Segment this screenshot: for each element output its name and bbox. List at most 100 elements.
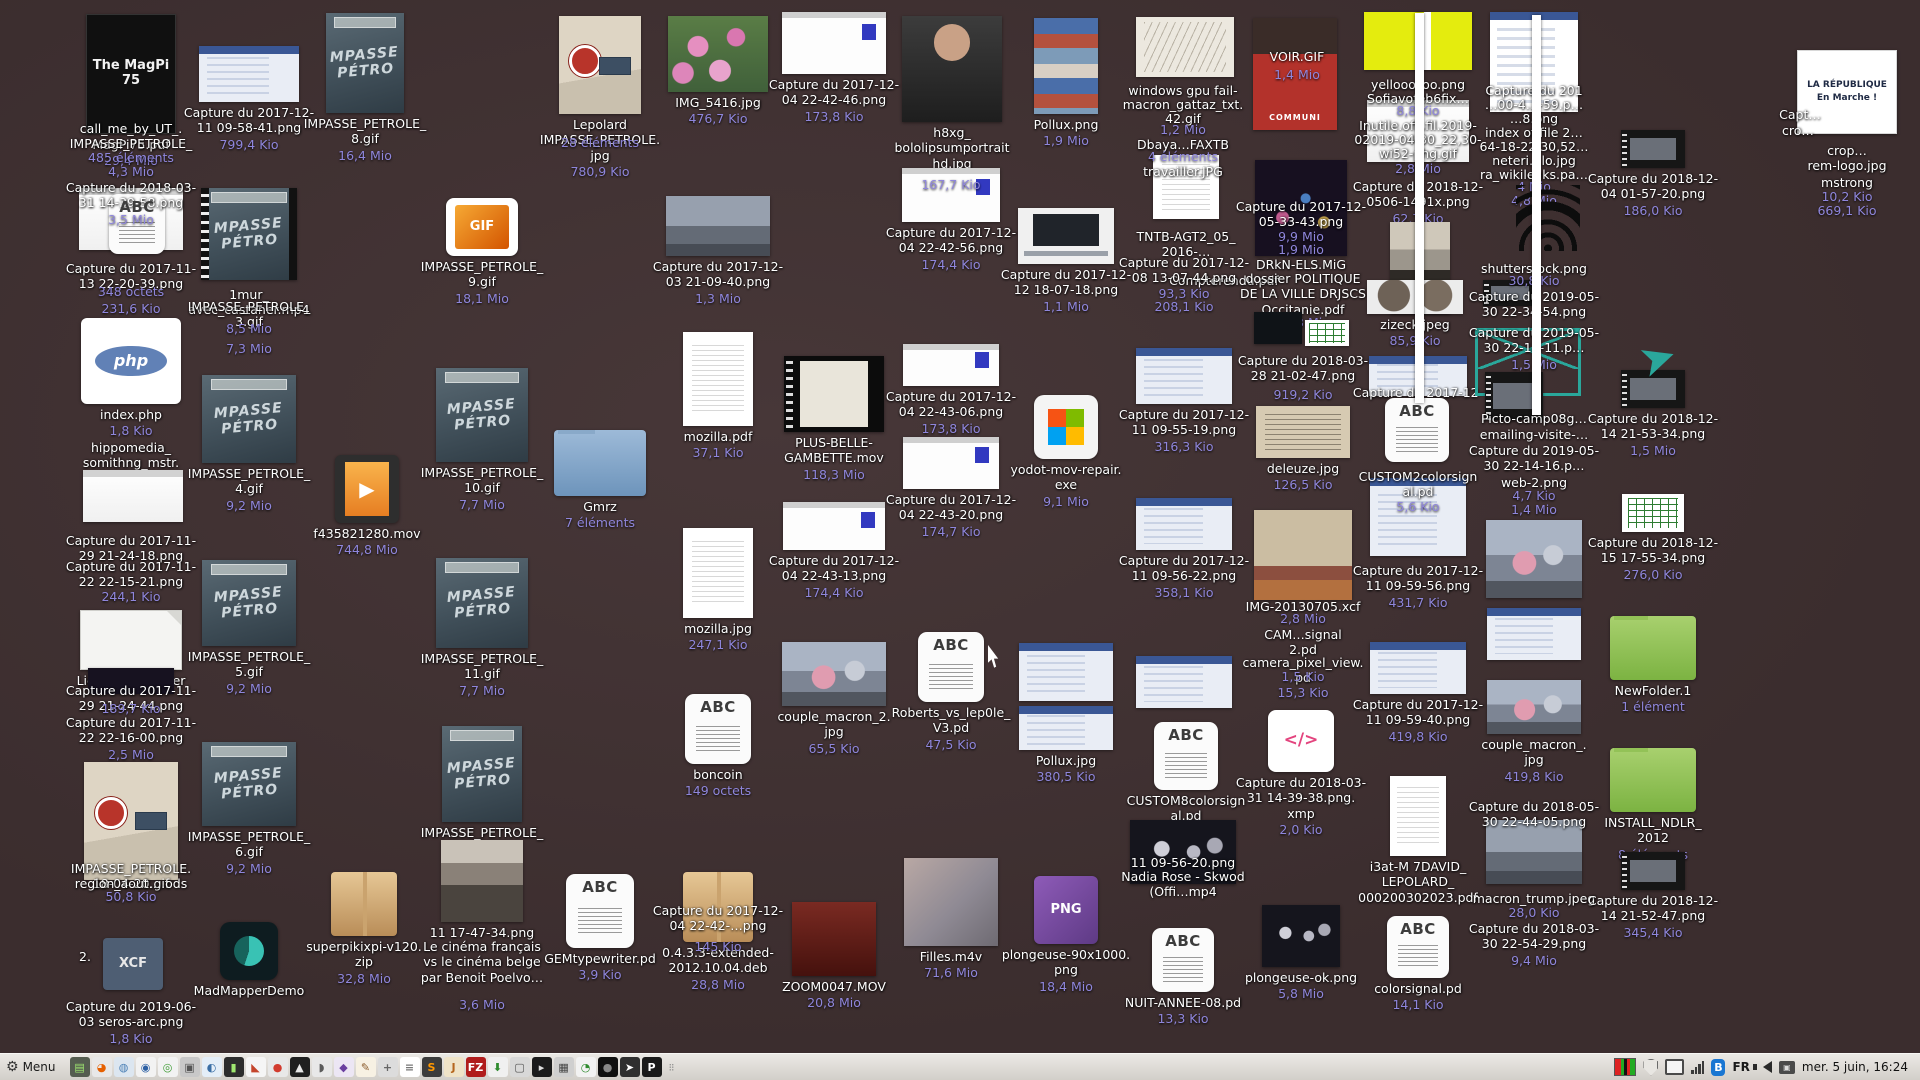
tray-shield[interactable] [1643, 1058, 1658, 1076]
desktop-icon-impasse-petrole-9-gif[interactable]: GIFIMPASSE_PETROLE_ 9.gif18,1 Mio [407, 198, 557, 306]
icon-filesize: 126,5 Kio [1273, 477, 1332, 492]
menu-button[interactable]: ⚙ Menu [0, 1054, 66, 1080]
desktop-icon-impasse-petrole-6-gif[interactable]: MPASSE PÉTROIMPASSE_PETROLE_ 6.gif9,2 Mi… [174, 742, 324, 876]
icon-filename: IMPASSE_PETROLE_ 8.gif [304, 116, 427, 147]
petrole-glyph: MPASSE PÉTRO [442, 726, 522, 822]
tray-volume[interactable] [1757, 1058, 1772, 1076]
desktop-background[interactable]: The MagPi 75MagPi75.pdf29,4 MioABCcall_m… [0, 0, 1920, 1054]
tray-signal[interactable] [1691, 1058, 1704, 1076]
icon-filesize: 2,5 Mio [108, 747, 154, 762]
launcher-text-editor-icon[interactable]: ≡ [400, 1057, 420, 1077]
icon-filesize: 9,4 Mio [1511, 953, 1557, 968]
icon-filesize: 744,8 Mio [336, 542, 398, 557]
monitor-icon [1665, 1059, 1684, 1075]
portrait-thumbnail [441, 840, 523, 922]
launcher-puredata-icon[interactable]: P [642, 1057, 662, 1077]
desktop-icon-capture-du-2018-12-15-17-55-34-png[interactable]: Capture du 2018-12- 15 17-55-34.png276,0… [1578, 494, 1728, 582]
desktop-label-nadia-rose-skwod-offi-mp4[interactable]: Nadia Rose - Skwod (Offi…mp4 [1108, 866, 1258, 900]
desktop-icon-install-ndlr-2012[interactable]: INSTALL_NDLR_ 20128 éléments [1578, 748, 1728, 862]
launcher-violet-app-icon[interactable]: ◆ [334, 1057, 354, 1077]
icon-filesize: 419,8 Kio [1504, 769, 1563, 784]
desktop-label-1-8-kio[interactable]: 1,8 Kio [56, 1030, 206, 1046]
tray-language[interactable]: FR [1732, 1058, 1749, 1076]
launcher-firefox-icon[interactable]: ◕ [92, 1057, 112, 1077]
desktop-icon-petrole-film-33[interactable]: MPASSE PÉTRO [174, 188, 324, 280]
launcher-web-browser-icon[interactable]: ◍ [114, 1057, 134, 1077]
petrole-glyph: MPASSE PÉTRO [202, 560, 296, 646]
icon-filesize: 3,9 Kio [578, 967, 621, 982]
desktop-icon-impasse-petrole[interactable]: MPASSE PÉTROIMPASSE_PETROLE_ [407, 726, 557, 840]
launcher-filezilla-icon[interactable]: FZ [466, 1057, 486, 1077]
icon-filesize: 16,4 Mio [338, 148, 392, 163]
desktop-label-crop-rem-logo-jpg[interactable]: crop… rem-logo.jpg [1772, 140, 1920, 174]
code-pink-thumbnail: </> [1268, 710, 1334, 772]
launcher-clock-app-icon[interactable]: ◔ [576, 1057, 596, 1077]
launcher-download-icon[interactable]: ⬇ [488, 1057, 508, 1077]
launcher-globe-icon[interactable]: ◐ [202, 1057, 222, 1077]
icon-filesize: 50,8 Kio [105, 889, 156, 904]
magpi-glyph: The MagPi 75 [87, 15, 175, 133]
icon-filesize: 2,0 Kio [1279, 822, 1322, 837]
launcher-pencil-icon[interactable]: ✎ [356, 1057, 376, 1077]
icon-filesize: 186,0 Kio [1623, 203, 1682, 218]
desktop-label-9-4-mio[interactable]: 9,4 Mio [1459, 952, 1609, 968]
launcher-archive-icon[interactable]: ▢ [510, 1057, 530, 1077]
desktop-label-capture-du-2017-11-22-22-16-00-png[interactable]: Capture du 2017-11- 22 22-16-00.png [56, 712, 206, 746]
bluetooth-icon: B [1711, 1059, 1725, 1076]
desktop-icon-impasse-petrole-11-gif[interactable]: MPASSE PÉTROIMPASSE_PETROLE_ 11.gif7,7 M… [407, 558, 557, 698]
icon-filename: boncoin [693, 767, 742, 782]
launcher-add-icon[interactable]: + [378, 1057, 398, 1077]
launcher-sublime-icon[interactable]: S [422, 1057, 442, 1077]
desktop-label-167-7-kio[interactable]: 167,7 Kio [876, 176, 1026, 192]
poster-red-thumbnail: COMMUNI [1253, 18, 1337, 130]
png-purple-thumbnail: PNG [1034, 876, 1098, 944]
launcher-desktop-icon[interactable]: ▤ [70, 1057, 90, 1077]
icon-filesize: 28 éléments [561, 135, 639, 150]
icon-filesize: 37,1 Kio [692, 445, 743, 460]
desktop-label-8-5-mio[interactable]: 8,5 Mio [174, 320, 324, 336]
desktop-icon-newfolder-1[interactable]: NewFolder.11 élément [1578, 616, 1728, 714]
desktop-icon-impasse-petrole-5-gif[interactable]: MPASSE PÉTROIMPASSE_PETROLE_ 5.gif9,2 Mi… [174, 560, 324, 696]
launcher-java-icon[interactable]: J [444, 1057, 464, 1077]
folder-blue-thumbnail [554, 430, 646, 496]
desktop-icon-capture-du-2017-12-03-21-09-40-png[interactable]: Capture du 2017-12- 03 21-09-40.png1,3 M… [643, 196, 793, 306]
launcher-eye-of-mate-icon[interactable]: ◉ [136, 1057, 156, 1077]
tray-clock[interactable]: mer. 5 juin, 16:24 [1802, 1058, 1912, 1076]
desktop-icon-capture-du-2018-12-14-21-52-47-png[interactable]: Capture du 2018-12- 14 21-52-47.png345,4… [1578, 852, 1728, 940]
xcf-glyph: XCF [103, 938, 163, 990]
launcher-vlc-cone-icon[interactable]: ▲ [290, 1057, 310, 1077]
launcher-graphics-icon[interactable]: ◣ [246, 1057, 266, 1077]
icon-filesize: 149 octets [685, 783, 751, 798]
icon-filename: Capture du 2019-06- 03 seros-arc.png [66, 999, 196, 1030]
tray-network-monitor[interactable] [1614, 1058, 1636, 1076]
tray-bluetooth[interactable]: B [1711, 1058, 1725, 1076]
icon-filename: IMPASSE_PETROLE_ 6.gif [188, 829, 311, 860]
launcher-files-icon[interactable]: ▣ [180, 1057, 200, 1077]
icon-filesize: 380,5 Kio [1036, 769, 1095, 784]
desktop-label-28-l-ments[interactable]: 28 éléments [525, 134, 675, 150]
launcher-media-player-icon[interactable]: ● [268, 1057, 288, 1077]
icon-filename: superpikixpi-v120. zip [306, 939, 422, 970]
desktop-label-50-8-kio[interactable]: 50,8 Kio [56, 888, 206, 904]
desktop-label-capture-du-2019-06-03-seros-arc-png[interactable]: Capture du 2019-06- 03 seros-arc.png [56, 996, 206, 1030]
quote-card-thumbnail [1256, 406, 1350, 458]
launcher-terminal-2-icon[interactable]: ▸ [532, 1057, 552, 1077]
tray-indicator[interactable]: ▣ [1779, 1058, 1795, 1076]
launcher-pointer-icon[interactable]: ➤ [620, 1057, 640, 1077]
desktop-label-3-6-mio[interactable]: 3,6 Mio [407, 996, 557, 1012]
launcher-spiral-icon[interactable]: ◎ [158, 1057, 178, 1077]
shop-photo-thumbnail [1254, 510, 1352, 600]
desktop-label-7-3-mio[interactable]: 7,3 Mio [174, 340, 324, 356]
system-tray: B FR ▣ mer. 5 juin, 16:24 [1606, 1054, 1920, 1080]
icon-filesize: 174,7 Kio [921, 524, 980, 539]
panel-grip[interactable]: ⁝⁝ [666, 1061, 677, 1074]
launcher-sphere-icon[interactable]: ● [598, 1057, 618, 1077]
launcher-terminal-icon[interactable]: ▮ [224, 1057, 244, 1077]
tray-display[interactable] [1665, 1058, 1684, 1076]
desktop-label-669-1-kio[interactable]: 669,1 Kio [1772, 202, 1920, 218]
desktop-icon-impasse-petrole-8-gif[interactable]: MPASSE PÉTROIMPASSE_PETROLE_ 8.gif16,4 M… [290, 13, 440, 163]
launcher-package-icon[interactable]: ▦ [554, 1057, 574, 1077]
petrole-glyph: MPASSE PÉTRO [326, 13, 404, 113]
icon-filesize: 18,4 Mio [1039, 979, 1093, 994]
launcher-gimp-icon[interactable]: ◗ [312, 1057, 332, 1077]
